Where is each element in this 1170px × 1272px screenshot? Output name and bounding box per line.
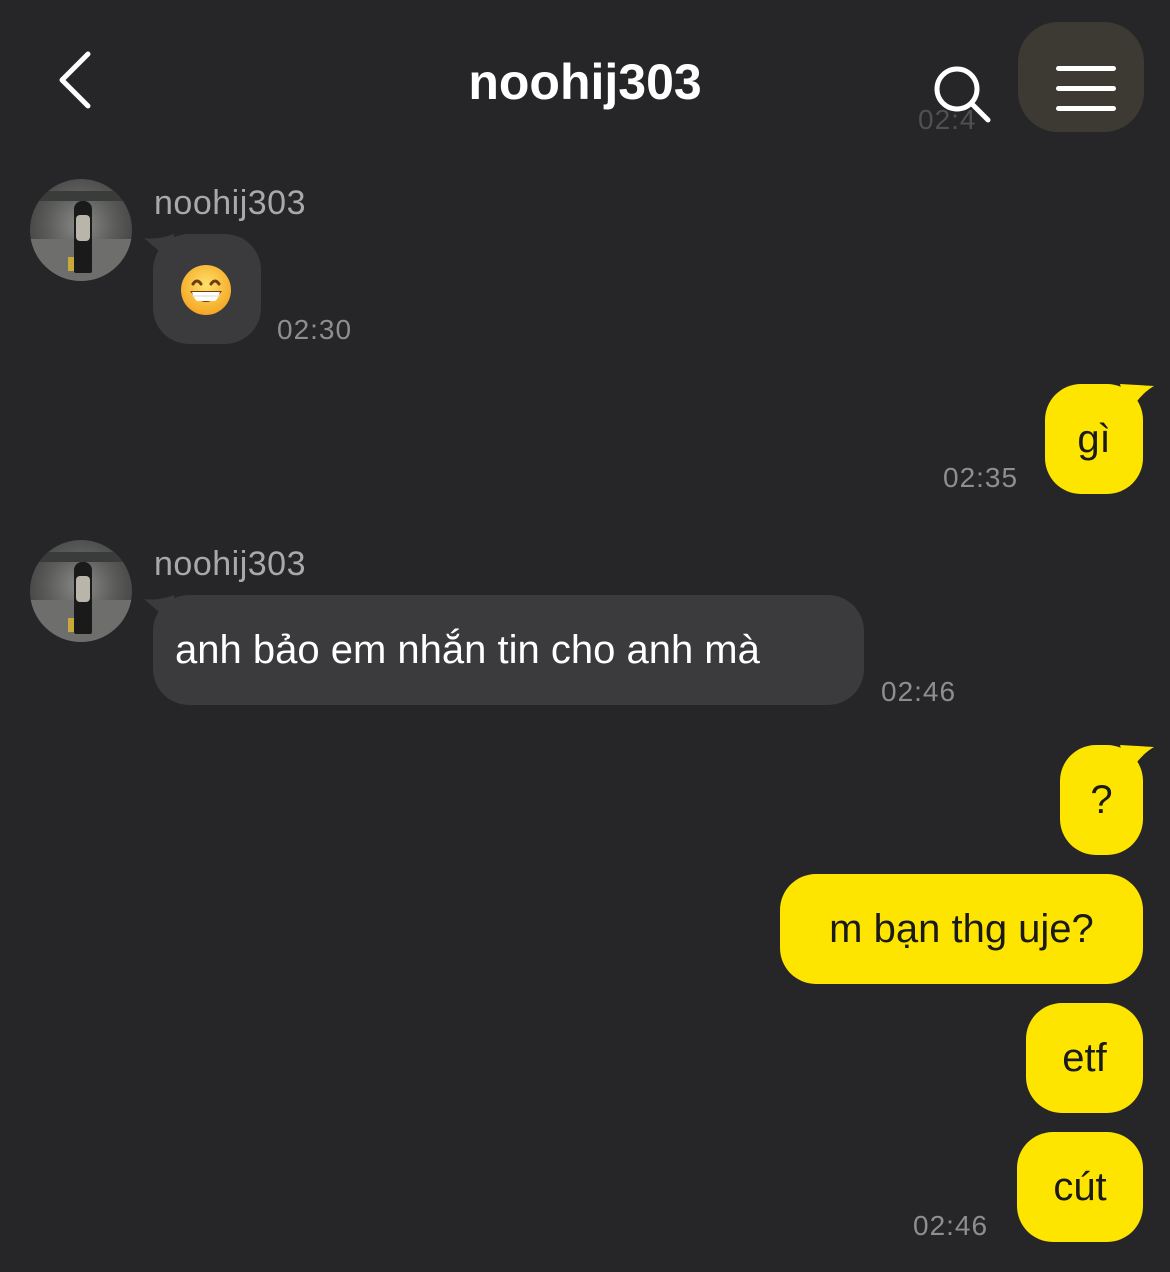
bubble-tail [1120, 745, 1154, 775]
search-button[interactable] [930, 62, 994, 126]
message-bubble-outgoing[interactable]: etf [1026, 1003, 1143, 1113]
message-timestamp: 02:30 [277, 314, 353, 345]
message-text: ? [1090, 778, 1113, 822]
message-bubble-incoming[interactable] [153, 234, 261, 344]
message-timestamp: 02:46 [881, 676, 957, 707]
message-text: gì [1077, 417, 1111, 461]
message-text: cút [1053, 1165, 1107, 1209]
grinning-face-emoji-icon [181, 265, 231, 315]
chat-screen: noohij303 02:4 noohij303 02:30 02:35 gì … [0, 0, 1170, 1272]
bubble-tail [1120, 384, 1154, 414]
sender-name: noohij303 [154, 184, 306, 222]
avatar[interactable] [30, 540, 132, 642]
message-bubble-incoming[interactable]: anh bảo em nhắn tin cho anh mà [153, 595, 864, 705]
message-bubble-outgoing[interactable]: m bạn thg uje? [780, 874, 1143, 984]
message-timestamp: 02:35 [943, 462, 1019, 493]
message-text: m bạn thg uje? [829, 907, 1094, 951]
avatar[interactable] [30, 179, 132, 281]
chat-title: noohij303 [468, 54, 702, 110]
message-timestamp: 02:46 [913, 1210, 989, 1241]
message-text: anh bảo em nhắn tin cho anh mà [175, 628, 760, 672]
search-icon [934, 66, 991, 123]
message-bubble-outgoing[interactable]: cút [1017, 1132, 1143, 1242]
menu-button[interactable] [1018, 22, 1144, 132]
sender-name: noohij303 [154, 545, 306, 583]
message-text: etf [1062, 1036, 1107, 1080]
